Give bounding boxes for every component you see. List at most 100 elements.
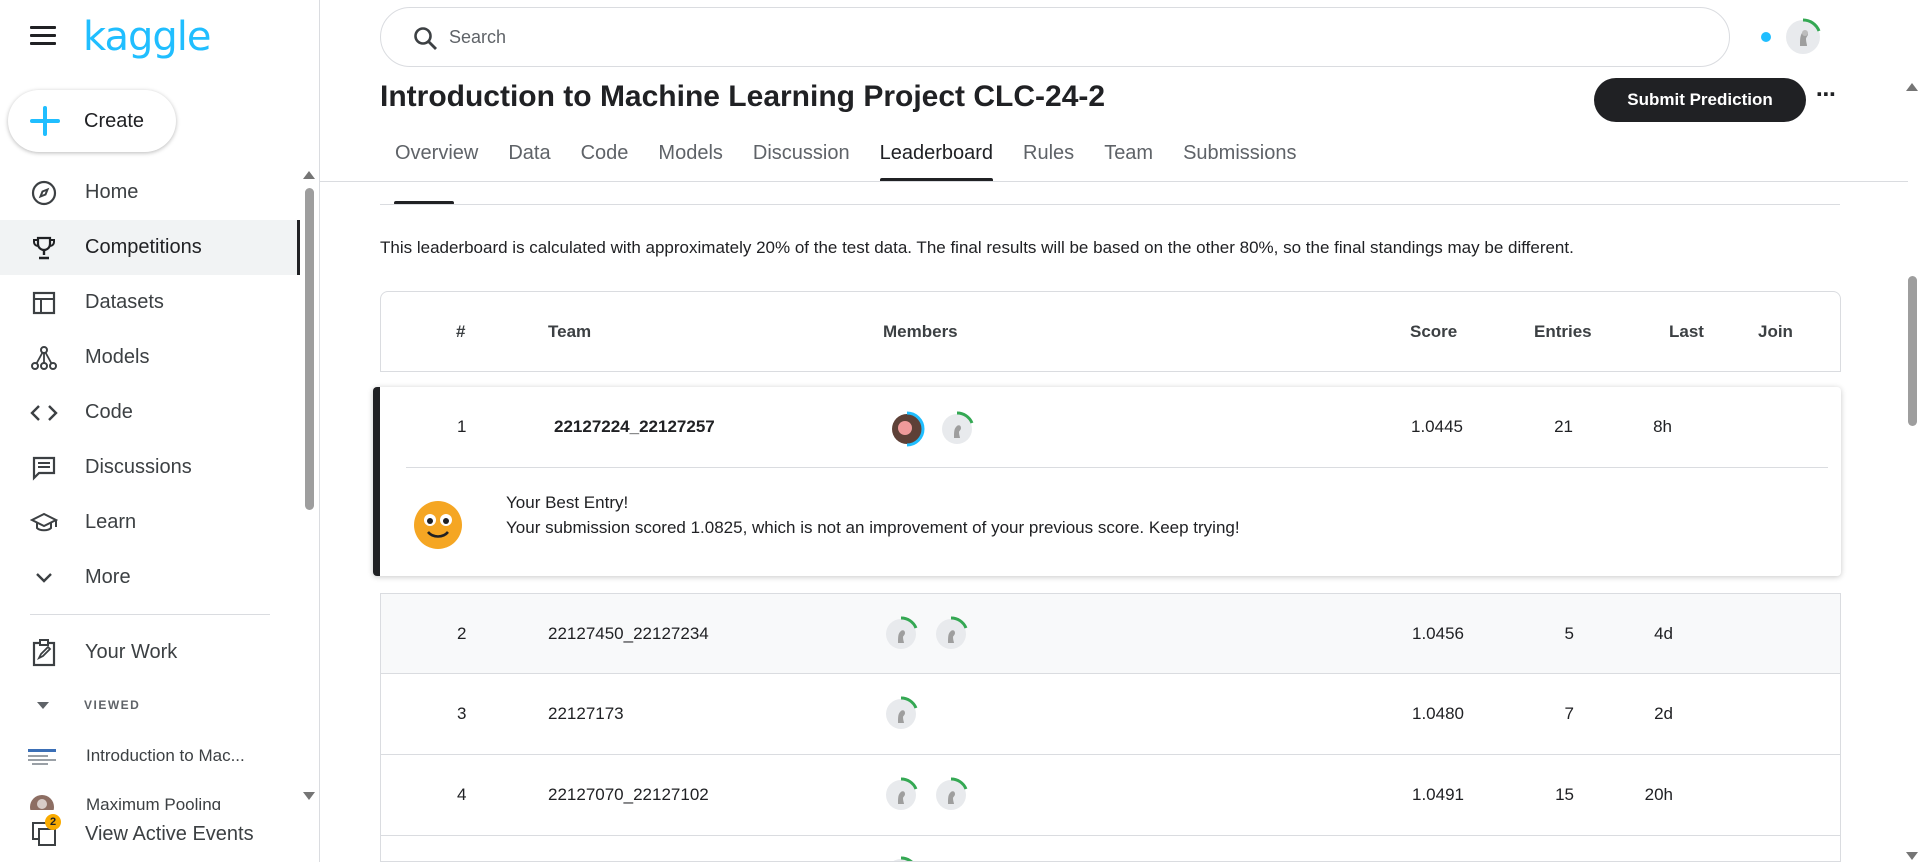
tab-leaderboard[interactable]: Leaderboard xyxy=(865,136,1008,182)
tab-overview[interactable]: Overview xyxy=(380,136,493,182)
more-options-icon[interactable]: ⋯ xyxy=(1814,85,1838,110)
sidebar-item-label: Competitions xyxy=(85,236,202,258)
sidebar-item-label: Discussions xyxy=(85,456,192,478)
smiley-face-icon xyxy=(413,500,463,550)
viewed-item[interactable]: Introduction to Mac... xyxy=(0,736,300,776)
tab-code[interactable]: Code xyxy=(566,136,644,182)
sidebar-item-label: Your Work xyxy=(85,641,178,663)
best-entry-divider xyxy=(406,467,1828,468)
tab-submissions[interactable]: Submissions xyxy=(1168,136,1311,182)
entries-cell: 7 xyxy=(1564,704,1574,723)
comments-icon xyxy=(30,454,58,482)
scroll-down-arrow-icon[interactable] xyxy=(303,792,315,800)
team-name[interactable]: 22127450_22127234 xyxy=(548,624,709,644)
table-row[interactable]: 3 22127173 1.0480 7 2d xyxy=(380,674,1841,755)
sidebar-item-discussions[interactable]: Discussions xyxy=(0,440,300,495)
sidebar-item-code[interactable]: Code xyxy=(0,385,300,440)
notification-dot xyxy=(1761,32,1771,42)
subtab-divider xyxy=(380,204,1840,205)
entries-cell: 21 xyxy=(1554,417,1573,436)
tab-rules[interactable]: Rules xyxy=(1008,136,1089,182)
score-cell: 1.0491 xyxy=(1412,785,1464,804)
sidebar: kaggle Create Home Competitions Datasets… xyxy=(0,0,320,862)
avatar[interactable] xyxy=(883,696,919,732)
sidebar-scrollbar[interactable] xyxy=(305,188,314,510)
create-button[interactable]: Create xyxy=(8,90,176,152)
sidebar-item-label: Datasets xyxy=(85,291,164,313)
avatar[interactable] xyxy=(933,616,969,652)
sidebar-divider xyxy=(30,614,270,615)
submit-prediction-button[interactable]: Submit Prediction xyxy=(1594,78,1806,122)
sidebar-item-label: Learn xyxy=(85,511,137,533)
entries-cell: 5 xyxy=(1564,624,1574,643)
clipboard-edit-icon xyxy=(30,638,58,667)
viewed-item[interactable]: Maximum Pooling xyxy=(0,785,300,810)
active-events-label: View Active Events xyxy=(85,823,254,845)
sidebar-item-label: Models xyxy=(85,346,150,368)
column-header-join: Join xyxy=(1758,322,1793,341)
team-name[interactable]: 22127070_22127102 xyxy=(548,785,709,805)
view-active-events-button[interactable]: 2 View Active Events xyxy=(0,810,318,862)
tabs-divider xyxy=(320,181,1908,182)
user-avatar[interactable] xyxy=(1783,17,1823,57)
sidebar-item-models[interactable]: Models xyxy=(0,330,300,385)
tab-models[interactable]: Models xyxy=(643,136,737,182)
last-cell: 8h xyxy=(1653,417,1672,436)
search-bar[interactable] xyxy=(380,7,1730,67)
tab-data[interactable]: Data xyxy=(493,136,565,182)
sidebar-item-home[interactable]: Home xyxy=(0,165,300,220)
scroll-up-arrow-icon[interactable] xyxy=(303,171,315,179)
models-icon xyxy=(30,344,58,372)
last-cell: 20h xyxy=(1644,785,1673,804)
search-input[interactable] xyxy=(449,18,1649,56)
sidebar-item-your-work[interactable]: Your Work xyxy=(0,625,300,680)
search-icon xyxy=(413,26,439,52)
column-header-score[interactable]: Score xyxy=(1410,322,1457,342)
tab-team[interactable]: Team xyxy=(1089,136,1168,182)
best-entry-message: Your submission scored 1.0825, which is … xyxy=(506,518,1240,537)
competition-thumbnail-icon xyxy=(28,746,56,768)
last-cell: 4d xyxy=(1654,624,1673,643)
avatar[interactable] xyxy=(933,777,969,813)
rank-cell: 2 xyxy=(457,624,467,643)
main-scrollbar[interactable] xyxy=(1908,276,1917,426)
table-row[interactable] xyxy=(380,836,1841,862)
table-icon xyxy=(30,289,58,317)
hamburger-menu-icon[interactable] xyxy=(30,26,56,48)
rank-cell: 3 xyxy=(457,704,467,723)
column-header-members: Members xyxy=(883,322,958,341)
kaggle-logo[interactable]: kaggle xyxy=(83,14,211,60)
code-icon xyxy=(30,399,58,427)
avatar[interactable] xyxy=(883,616,919,652)
scroll-up-arrow-icon[interactable] xyxy=(1906,83,1918,91)
sidebar-item-label: More xyxy=(85,566,131,588)
avatar[interactable] xyxy=(889,411,925,447)
team-name[interactable]: 22127173 xyxy=(548,704,624,724)
viewed-item-label: Introduction to Mac... xyxy=(86,746,245,765)
column-header-rank[interactable]: # xyxy=(456,322,465,342)
caret-down-icon[interactable] xyxy=(37,702,49,709)
sidebar-item-more[interactable]: More xyxy=(0,550,300,605)
table-row[interactable]: 2 22127450_22127234 1.0456 5 4d xyxy=(380,593,1841,674)
avatar[interactable] xyxy=(883,856,919,861)
page-title: Introduction to Machine Learning Project… xyxy=(380,80,1106,113)
viewed-item-label: Maximum Pooling xyxy=(86,795,222,810)
sidebar-item-learn[interactable]: Learn xyxy=(0,495,300,550)
column-header-entries[interactable]: Entries xyxy=(1534,322,1592,342)
school-icon xyxy=(30,509,58,537)
column-header-team[interactable]: Team xyxy=(548,322,591,342)
chevron-down-icon xyxy=(30,564,58,592)
table-row[interactable]: 4 22127070_22127102 1.0491 15 20h xyxy=(380,755,1841,836)
sidebar-item-competitions[interactable]: Competitions xyxy=(0,220,300,275)
tab-discussion[interactable]: Discussion xyxy=(738,136,865,182)
rank-cell: 4 xyxy=(457,785,467,804)
team-name[interactable]: 22127224_22127257 xyxy=(554,417,715,437)
sidebar-item-datasets[interactable]: Datasets xyxy=(0,275,300,330)
column-header-last[interactable]: Last xyxy=(1669,322,1704,342)
trophy-icon xyxy=(30,234,58,262)
entries-cell: 15 xyxy=(1555,785,1574,804)
scroll-down-arrow-icon[interactable] xyxy=(1906,852,1918,860)
avatar[interactable] xyxy=(939,411,975,447)
competition-tabs: Overview Data Code Models Discussion Lea… xyxy=(380,136,1311,182)
avatar[interactable] xyxy=(883,777,919,813)
